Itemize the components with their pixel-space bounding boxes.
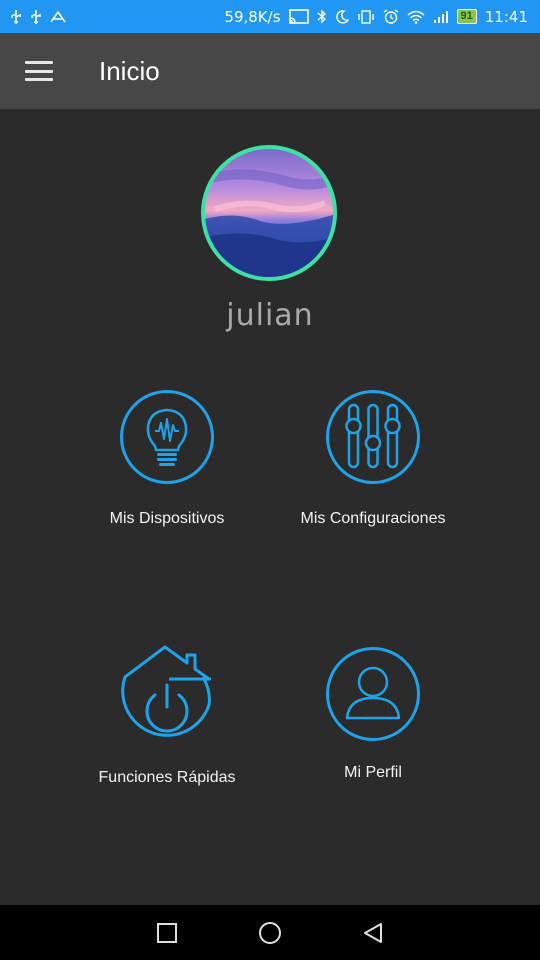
signal-icon xyxy=(433,10,449,23)
user-icon xyxy=(326,647,420,741)
avatar[interactable] xyxy=(201,145,337,281)
system-nav-bar xyxy=(0,905,540,960)
usb-icon xyxy=(10,9,22,24)
tile-mis-configuraciones[interactable]: Mis Configuraciones xyxy=(273,389,473,528)
status-bar: 59,8K/s 91 11:41 xyxy=(0,0,540,33)
status-bar-left xyxy=(10,9,66,24)
recents-square-icon[interactable] xyxy=(156,922,178,944)
network-speed: 59,8K/s xyxy=(224,7,281,26)
hamburger-menu-icon[interactable] xyxy=(25,61,53,81)
app-bar: Inicio xyxy=(0,33,540,109)
lightbulb-icon xyxy=(120,390,214,484)
sliders-icon xyxy=(326,390,420,484)
vibrate-icon xyxy=(357,9,375,24)
do-not-disturb-moon-icon xyxy=(335,9,349,24)
back-triangle-icon[interactable] xyxy=(362,922,384,944)
tile-label: Funciones Rápidas xyxy=(98,769,236,786)
alarm-icon xyxy=(383,9,399,24)
usb-icon xyxy=(30,9,42,24)
landscape-photo xyxy=(205,169,333,277)
wifi-icon xyxy=(407,10,425,24)
page-title: Inicio xyxy=(99,55,160,86)
home-power-icon xyxy=(121,645,211,737)
bluetooth-icon xyxy=(317,9,327,24)
clock: 11:41 xyxy=(484,7,528,26)
username: julian xyxy=(226,298,314,333)
battery-indicator: 91 xyxy=(456,9,477,24)
status-bar-right: 59,8K/s 91 11:41 xyxy=(224,8,528,26)
cast-icon xyxy=(288,9,309,24)
tile-funciones-rapidas[interactable]: Funciones Rápidas xyxy=(67,643,267,787)
home-circle-icon[interactable] xyxy=(258,921,282,945)
tile-mis-dispositivos[interactable]: Mis Dispositivos xyxy=(67,389,267,528)
app-notification-icon xyxy=(50,10,66,23)
tile-label: Mis Configuraciones xyxy=(300,510,446,527)
tile-label: Mi Perfil xyxy=(344,764,402,781)
tile-label: Mis Dispositivos xyxy=(109,510,225,527)
tile-mi-perfil[interactable]: Mi Perfil xyxy=(273,646,473,782)
